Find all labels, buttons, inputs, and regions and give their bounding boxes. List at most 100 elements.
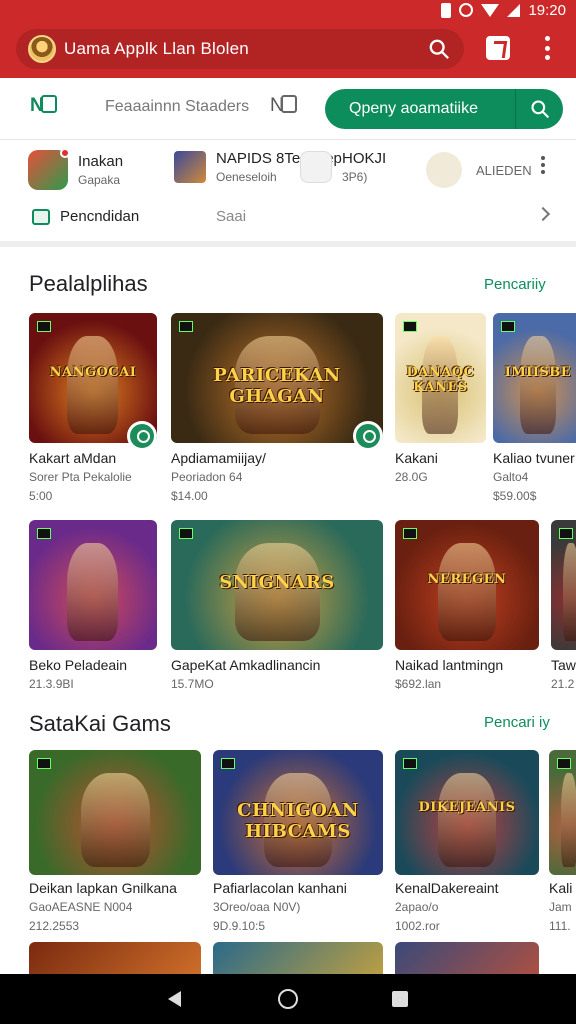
home-icon[interactable]	[278, 989, 298, 1009]
game-title: GapeKat Amkadlinancin	[171, 657, 321, 673]
game-title: Kaliao tvuner	[493, 450, 575, 466]
recent-app-item[interactable]: Inakan Gapaka	[28, 148, 124, 190]
game-logo-text: DIKEJEANIS	[418, 800, 516, 815]
app-icon	[174, 151, 206, 183]
app-icon	[300, 151, 332, 183]
subtab-primary[interactable]: Pencndidan	[32, 208, 139, 225]
game-price: $14.00	[171, 489, 208, 503]
game-subtitle: Jam	[549, 900, 572, 914]
game-logo-text: IMIISBE	[504, 365, 572, 380]
rating-badge-icon	[221, 758, 235, 769]
person-icon	[426, 152, 462, 188]
game-thumbnail[interactable]: NEREGEN	[395, 520, 539, 650]
install-badge-icon[interactable]	[353, 421, 383, 451]
game-subtitle: Galto4	[493, 470, 529, 484]
bookmark-outline-icon	[280, 95, 297, 113]
rating-badge-icon	[559, 528, 573, 539]
game-subtitle: 3Oreo/oaa N0V)	[213, 900, 301, 914]
game-thumbnail[interactable]	[551, 520, 576, 650]
section-divider	[0, 241, 576, 247]
back-icon[interactable]	[168, 991, 181, 1007]
game-logo-text: SNIGNARS	[219, 572, 335, 593]
game-title: Beko Peladeain	[29, 657, 128, 673]
search-icon[interactable]	[530, 99, 550, 119]
recent-app-item[interactable]: ALIEDEN	[426, 152, 532, 188]
game-subtitle: 21.2	[551, 677, 575, 691]
recent-app-sub: 3P6)	[342, 170, 368, 184]
game-subtitle: 15.7MO	[171, 677, 214, 691]
game-price: 212.2553	[29, 919, 80, 933]
game-thumbnail[interactable]: CHNIGOAN HIBCAMS	[213, 750, 383, 875]
game-subtitle: 2apao/o	[395, 900, 439, 914]
app-bar: 19:20 Uama Applk Llan Blolen	[0, 0, 576, 78]
wifi-icon	[481, 3, 500, 17]
game-thumbnail[interactable]: DANAQC KANES	[395, 313, 486, 443]
green-button-label: Qpeny aoamatiike	[349, 100, 478, 117]
subtab-primary-label: Pencndidan	[60, 208, 140, 225]
section-title: SataKai Gams	[29, 711, 171, 736]
game-logo-text: DANAQC KANES	[406, 365, 475, 395]
game-title: Kakart aMdan	[29, 450, 117, 466]
game-thumbnail[interactable]: PARICEKAN GHAGAN	[171, 313, 383, 443]
recent-app-title: Inakan	[78, 153, 124, 170]
game-logo-text: PARICEKAN GHAGAN	[213, 365, 341, 407]
game-title: Deikan lapkan Gnilkana	[29, 880, 177, 896]
sub-tabs: Pencndidan Saai	[0, 200, 576, 246]
more-vert-icon[interactable]	[540, 36, 554, 60]
chevron-right-icon[interactable]	[535, 206, 551, 222]
rating-badge-icon	[37, 758, 51, 769]
rating-badge-icon	[179, 528, 193, 539]
character-art	[563, 543, 576, 641]
search-bar[interactable]: Uama Applk Llan Blolen	[16, 29, 464, 69]
game-title: Naikad lantmingn	[395, 657, 504, 673]
recent-apps-strip: Inakan Gapaka NAPIDS 8Teo Mep Oeneseloih…	[0, 140, 576, 200]
green-search-button[interactable]: Qpeny aoamatiike	[325, 89, 563, 129]
game-price: $59.00$	[493, 489, 537, 503]
game-logo-text: CHNIGOAN HIBCAMS	[237, 800, 359, 842]
recent-app-title: HOKJI	[342, 150, 387, 167]
game-subtitle: Sorer Pta Pekalolie	[29, 470, 132, 484]
game-title: KenalDakereaint	[395, 880, 499, 896]
search-icon[interactable]	[428, 38, 450, 60]
game-subtitle: 21.3.9BI	[29, 677, 74, 691]
game-thumbnail[interactable]	[549, 750, 576, 875]
subtab-secondary[interactable]: Saai	[216, 208, 246, 225]
more-vert-icon[interactable]	[540, 156, 546, 174]
tab-n1[interactable]: N	[30, 95, 57, 117]
search-bar-text: Uama Applk Llan Blolen	[64, 39, 249, 58]
status-bar: 19:20	[441, 0, 566, 20]
character-art	[438, 543, 496, 641]
game-title: Kali	[549, 880, 573, 896]
game-price: 111.	[549, 919, 571, 933]
game-thumbnail[interactable]	[29, 520, 157, 650]
recents-icon[interactable]	[392, 991, 408, 1007]
character-art	[438, 773, 496, 867]
shopping-bag-icon[interactable]	[486, 36, 510, 60]
alarm-icon	[459, 3, 474, 17]
rating-badge-icon	[501, 321, 515, 332]
battery-icon	[441, 2, 452, 18]
game-thumbnail[interactable]: SNIGNARS	[171, 520, 383, 650]
game-title: Kakani	[395, 450, 438, 466]
rating-badge-icon	[403, 758, 417, 769]
recent-app-item[interactable]: HOKJI 3P6)	[300, 150, 386, 184]
install-badge-icon[interactable]	[127, 421, 157, 451]
avatar[interactable]	[28, 35, 56, 63]
game-thumbnail[interactable]: DIKEJEANIS	[395, 750, 539, 875]
rating-badge-icon	[403, 321, 417, 332]
section-see-more-link[interactable]: Pencariiy	[484, 276, 546, 293]
section-see-more-link[interactable]: Pencari iy	[484, 714, 550, 731]
tab-featured[interactable]: Feaaainnn Staaders	[105, 98, 249, 116]
game-title: Apdiamamiijay/	[171, 450, 266, 466]
game-subtitle: GaoAEASNE N004	[29, 900, 133, 914]
game-thumbnail[interactable]: IMIISBE	[493, 313, 576, 443]
character-art	[561, 773, 576, 867]
button-divider	[515, 89, 516, 129]
tab-n2[interactable]: N	[270, 95, 297, 117]
game-price: 5:00	[29, 489, 53, 503]
play-store-screen: 19:20 Uama Applk Llan Blolen N Feaaainnn…	[0, 0, 576, 1024]
rating-badge-icon	[37, 321, 51, 332]
system-nav-bar	[0, 974, 576, 1024]
game-thumbnail[interactable]	[29, 750, 201, 875]
character-art	[67, 336, 118, 434]
